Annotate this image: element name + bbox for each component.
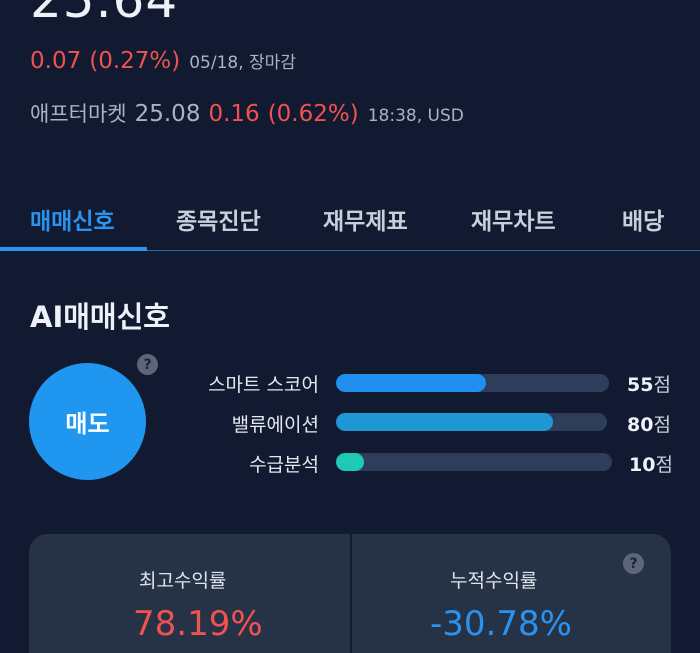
max-return-label: 최고수익률 bbox=[139, 570, 227, 592]
tab-trading-signal[interactable]: 매매신호 bbox=[30, 202, 115, 236]
cumulative-return-value: -30.78% bbox=[430, 604, 572, 644]
tab-dividend[interactable]: 배당 bbox=[622, 202, 664, 236]
valuation-number: 80 bbox=[627, 414, 654, 436]
smart-score-bar-fill bbox=[336, 374, 487, 392]
valuation-value: 80점 bbox=[627, 410, 671, 437]
valuation-unit: 점 bbox=[653, 414, 671, 436]
supply-demand-unit: 점 bbox=[655, 454, 673, 476]
tab-financial-statements[interactable]: 재무제표 bbox=[323, 202, 408, 236]
metric-label-valuation: 밸류에이션 bbox=[231, 414, 319, 436]
signal-badge: 매도 bbox=[29, 363, 146, 480]
tab-financial-charts[interactable]: 재무차트 bbox=[471, 202, 556, 236]
price-change-percent: (0.27%) bbox=[89, 48, 181, 74]
active-tab-indicator bbox=[0, 247, 147, 251]
cumulative-return-label: 누적수익률 bbox=[450, 570, 538, 592]
smart-score-value: 55점 bbox=[627, 370, 671, 397]
returns-card: 최고수익률 78.19% 누적수익률 -30.78% ? bbox=[29, 534, 671, 653]
signal-label: 매도 bbox=[65, 410, 110, 438]
current-price: 25.64 bbox=[30, 0, 179, 29]
smart-score-unit: 점 bbox=[653, 374, 671, 396]
supply-demand-bar bbox=[336, 453, 612, 471]
after-market-time: 18:38, USD bbox=[367, 106, 464, 126]
price-change: 0.07 bbox=[30, 48, 82, 74]
metric-label-smart-score: 스마트 스코어 bbox=[208, 374, 319, 396]
after-market-change-percent: (0.62%) bbox=[267, 101, 359, 127]
after-market-price: 25.08 bbox=[134, 101, 201, 127]
valuation-bar bbox=[336, 413, 607, 431]
supply-demand-number: 10 bbox=[629, 454, 656, 476]
price-change-row: 0.07 (0.27%) 05/18, 장마감 bbox=[30, 48, 296, 80]
after-market-label: 애프터마켓 bbox=[30, 102, 127, 126]
supply-demand-value: 10점 bbox=[629, 450, 673, 477]
metric-label-supply-demand: 수급분석 bbox=[249, 454, 319, 476]
smart-score-bar bbox=[336, 374, 609, 392]
after-market-change: 0.16 bbox=[208, 101, 260, 127]
question-circle-icon[interactable]: ? bbox=[623, 553, 644, 574]
card-divider bbox=[350, 534, 352, 653]
max-return-value: 78.19% bbox=[133, 604, 263, 644]
stock-detail-screen: 25.64 0.07 (0.27%) 05/18, 장마감 애프터마켓 25.0… bbox=[0, 0, 700, 653]
smart-score-number: 55 bbox=[627, 374, 654, 396]
market-date-status: 05/18, 장마감 bbox=[189, 53, 296, 73]
supply-demand-bar-fill bbox=[336, 453, 364, 471]
tab-stock-diagnosis[interactable]: 종목진단 bbox=[176, 202, 261, 236]
after-market-row: 애프터마켓 25.08 0.16 (0.62%) 18:38, USD bbox=[30, 98, 464, 130]
section-title: AI매매신호 bbox=[30, 300, 170, 334]
valuation-bar-fill bbox=[336, 413, 553, 431]
tab-bar: 매매신호 종목진단 재무제표 재무차트 배당 bbox=[0, 190, 700, 251]
question-circle-icon[interactable]: ? bbox=[137, 354, 158, 375]
